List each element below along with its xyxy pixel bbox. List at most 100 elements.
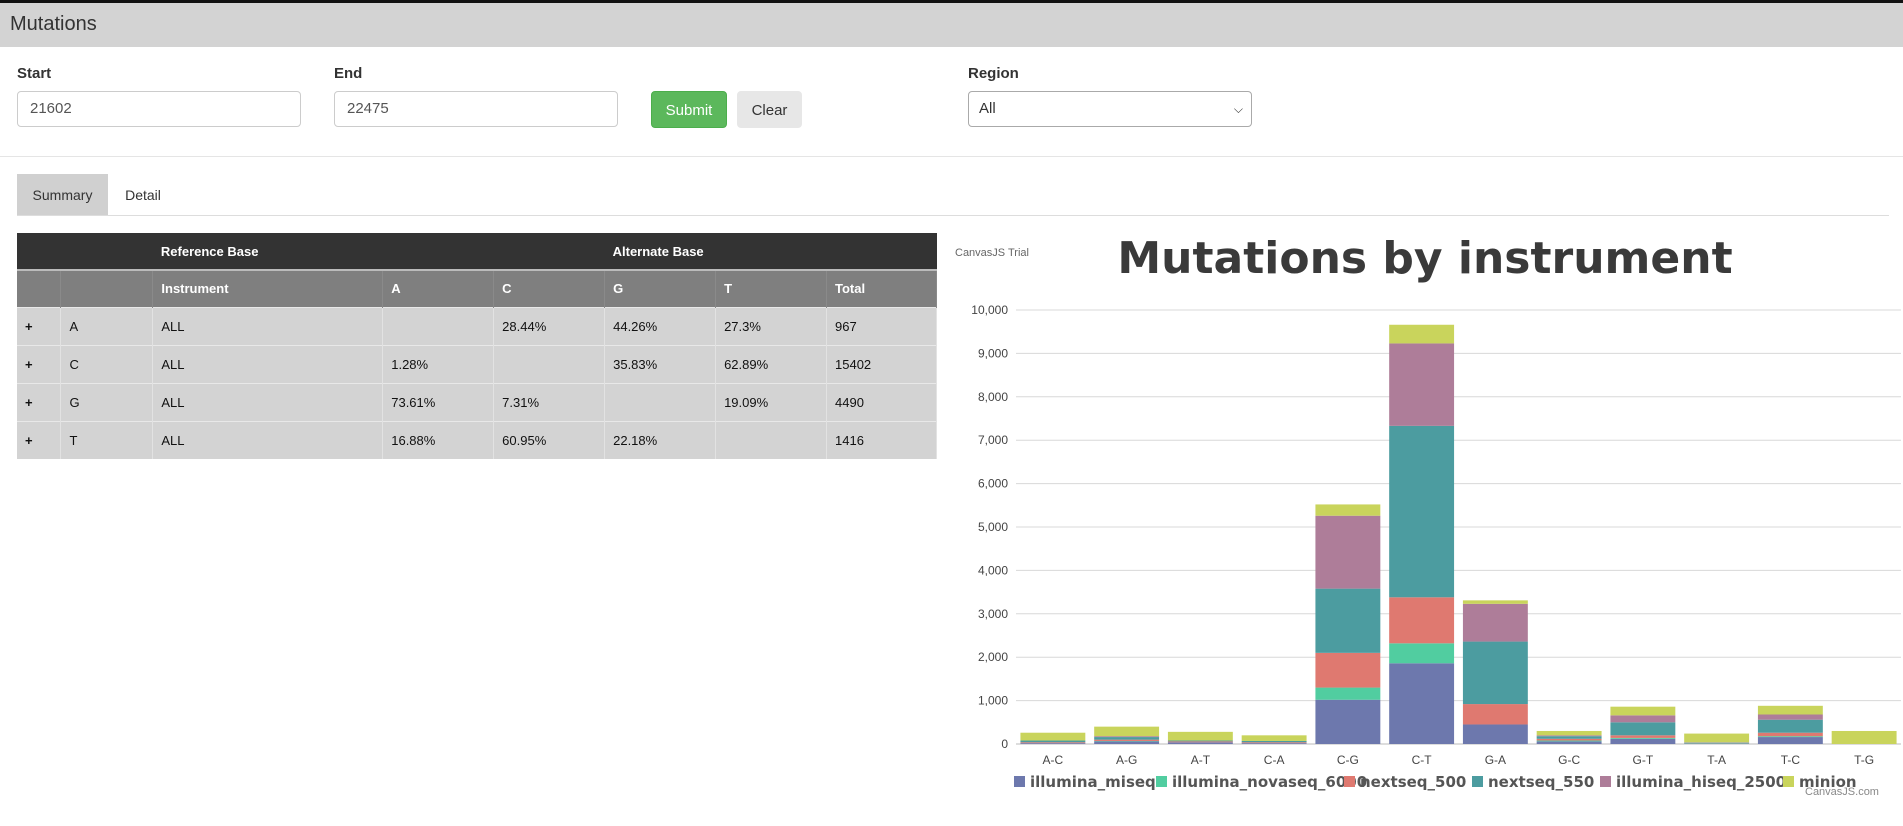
expand-row-button[interactable]: +: [17, 382, 62, 421]
bar-segment-illumina_hiseq_2500[interactable]: [1094, 736, 1160, 738]
instrument-cell: ALL: [152, 306, 384, 345]
column-header-instrument: Instrument: [152, 270, 384, 307]
legend-label[interactable]: nextseq_500: [1360, 773, 1466, 791]
end-input[interactable]: 22475: [334, 91, 618, 127]
legend-label[interactable]: illumina_miseq: [1030, 773, 1156, 791]
bar-segment-illumina_novaseq_6000[interactable]: [1389, 643, 1455, 664]
bar-segment-minion[interactable]: [1167, 731, 1233, 741]
bar-segment-minion[interactable]: [1757, 705, 1823, 715]
bar-segment-illumina_novaseq_6000[interactable]: [1757, 736, 1823, 738]
bar-segment-illumina_hiseq_2500[interactable]: [1536, 735, 1602, 737]
bar-segment-nextseq_550[interactable]: [1389, 425, 1455, 598]
bar-segment-nextseq_550[interactable]: [1536, 736, 1602, 739]
table-row: + G ALL 73.61% 7.31% 19.09% 4490: [17, 382, 937, 421]
bar-segment-illumina_miseq[interactable]: [1536, 741, 1602, 744]
divider: [0, 156, 1903, 157]
tab-underline: [17, 215, 1889, 216]
bar-segment-nextseq_500[interactable]: [1462, 704, 1528, 725]
bar-segment-illumina_novaseq_6000[interactable]: [1536, 740, 1602, 742]
bar-segment-nextseq_550[interactable]: [1094, 737, 1160, 740]
cell-total: 15402: [826, 344, 937, 383]
bar-segment-illumina_hiseq_2500[interactable]: [1757, 714, 1823, 720]
bar-segment-nextseq_550[interactable]: [1167, 740, 1233, 742]
instrument-cell: ALL: [152, 382, 384, 421]
bar-segment-illumina_hiseq_2500[interactable]: [1462, 603, 1528, 642]
bar-segment-nextseq_500[interactable]: [1241, 742, 1307, 744]
bar-segment-minion[interactable]: [1241, 735, 1307, 741]
bar-segment-illumina_novaseq_6000[interactable]: [1315, 687, 1381, 700]
cell-c: [493, 344, 606, 383]
legend-label[interactable]: nextseq_550: [1488, 773, 1594, 791]
cell-total: 1416: [826, 420, 937, 459]
bar-segment-nextseq_550[interactable]: [1020, 740, 1086, 743]
bar-segment-nextseq_550[interactable]: [1757, 719, 1823, 733]
cell-a: 1.28%: [382, 344, 495, 383]
x-tick-label: G-C: [1558, 753, 1580, 767]
bar-segment-nextseq_500[interactable]: [1610, 735, 1676, 738]
bar-segment-minion[interactable]: [1462, 600, 1528, 604]
bar-segment-illumina_miseq[interactable]: [1610, 738, 1676, 744]
bar-segment-illumina_miseq[interactable]: [1167, 742, 1233, 744]
bar-segment-nextseq_550[interactable]: [1462, 641, 1528, 705]
y-tick-label: 2,000: [978, 650, 1008, 664]
bar-segment-minion[interactable]: [1389, 324, 1455, 344]
bar-segment-illumina_miseq[interactable]: [1241, 743, 1307, 744]
clear-button[interactable]: Clear: [737, 91, 802, 128]
cell-a: [382, 306, 495, 345]
start-label: Start: [17, 65, 52, 82]
cell-t: [715, 420, 827, 459]
bar-segment-nextseq_550[interactable]: [1315, 588, 1381, 653]
expand-row-button[interactable]: +: [17, 420, 62, 459]
region-selected-value: All: [979, 100, 996, 117]
table-row: + A ALL 28.44% 44.26% 27.3% 967: [17, 306, 937, 345]
bar-segment-nextseq_500[interactable]: [1315, 652, 1381, 688]
column-header-g: G: [604, 270, 717, 307]
chart-credit: CanvasJS.com: [1805, 786, 1879, 798]
bar-segment-illumina_miseq[interactable]: [1315, 699, 1381, 744]
app-header: Mutations: [0, 0, 1903, 47]
bar-segment-illumina_hiseq_2500[interactable]: [1315, 515, 1381, 589]
submit-button[interactable]: Submit: [651, 91, 727, 128]
bar-segment-nextseq_500[interactable]: [1167, 741, 1233, 743]
legend-label[interactable]: illumina_novaseq_6000: [1172, 773, 1367, 791]
legend-label[interactable]: illumina_hiseq_2500: [1616, 773, 1786, 791]
instrument-cell: ALL: [152, 344, 384, 383]
bar-segment-illumina_miseq[interactable]: [1389, 663, 1455, 744]
bar-segment-nextseq_550[interactable]: [1610, 722, 1676, 736]
region-select[interactable]: All ⌵: [968, 91, 1252, 127]
table-row: + C ALL 1.28% 35.83% 62.89% 15402: [17, 344, 937, 383]
x-tick-label: C-G: [1337, 753, 1359, 767]
bar-segment-nextseq_500[interactable]: [1757, 732, 1823, 737]
bar-segment-minion[interactable]: [1315, 504, 1381, 516]
bar-segment-nextseq_500[interactable]: [1094, 739, 1160, 741]
bar-segment-illumina_miseq[interactable]: [1757, 737, 1823, 744]
bar-segment-illumina_miseq[interactable]: [1462, 724, 1528, 744]
expand-row-button[interactable]: +: [17, 344, 62, 383]
bar-segment-nextseq_550[interactable]: [1241, 740, 1307, 743]
start-input[interactable]: 21602: [17, 91, 301, 127]
legend-swatch: [1156, 776, 1167, 787]
bar-segment-minion[interactable]: [1684, 733, 1750, 743]
bar-segment-illumina_novaseq_6000[interactable]: [1610, 737, 1676, 739]
bar-segment-illumina_hiseq_2500[interactable]: [1610, 715, 1676, 723]
bar-segment-minion[interactable]: [1610, 706, 1676, 716]
bar-segment-minion[interactable]: [1831, 730, 1897, 744]
bar-segment-illumina_hiseq_2500[interactable]: [1389, 343, 1455, 426]
bar-segment-illumina_miseq[interactable]: [1020, 743, 1086, 744]
bar-segment-minion[interactable]: [1536, 730, 1602, 736]
tab-detail[interactable]: Detail: [108, 174, 178, 216]
tab-summary[interactable]: Summary: [17, 174, 108, 216]
bar-segment-minion[interactable]: [1020, 732, 1086, 741]
bar-segment-illumina_miseq[interactable]: [1094, 741, 1160, 744]
bar-segment-nextseq_500[interactable]: [1389, 597, 1455, 644]
bar-segment-minion[interactable]: [1094, 726, 1160, 737]
x-tick-label: T-C: [1781, 753, 1801, 767]
bar-segment-nextseq_500[interactable]: [1536, 738, 1602, 741]
summary-table: Reference Base Alternate Base Instrument…: [17, 233, 937, 459]
cell-g: 35.83%: [604, 344, 717, 383]
expand-row-button[interactable]: +: [17, 306, 62, 345]
cell-c: 60.95%: [493, 420, 606, 459]
bar-segment-nextseq_500[interactable]: [1020, 742, 1086, 744]
page-title: Mutations: [10, 13, 97, 35]
ref-base-cell: T: [60, 420, 154, 459]
